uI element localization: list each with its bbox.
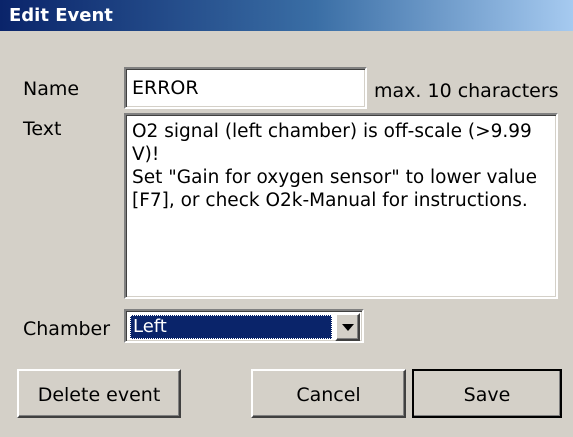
chamber-selected-value: Left (130, 315, 332, 339)
text-memo[interactable]: O2 signal (left chamber) is off-scale (>… (124, 113, 558, 299)
save-button-label: Save (463, 384, 511, 406)
text-label: Text (23, 118, 62, 140)
name-input[interactable]: ERROR (124, 67, 367, 109)
cancel-button[interactable]: Cancel (251, 369, 406, 418)
window-title: Edit Event (9, 5, 113, 26)
chamber-label: Chamber (23, 318, 111, 340)
name-input-value: ERROR (132, 77, 199, 99)
delete-event-button[interactable]: Delete event (17, 369, 181, 418)
name-max-hint: max. 10 characters (374, 80, 559, 102)
text-memo-value: O2 signal (left chamber) is off-scale (>… (132, 121, 538, 211)
name-label: Name (23, 78, 80, 100)
edit-event-dialog: Edit Event Name ERROR max. 10 characters… (0, 0, 573, 437)
cancel-button-label: Cancel (296, 384, 361, 406)
save-button[interactable]: Save (412, 369, 562, 418)
chamber-select[interactable]: Left (124, 309, 364, 343)
title-bar[interactable]: Edit Event (0, 0, 573, 31)
chevron-down-icon (342, 324, 354, 331)
chamber-dropdown-button[interactable] (335, 313, 360, 341)
delete-event-button-label: Delete event (37, 384, 161, 406)
